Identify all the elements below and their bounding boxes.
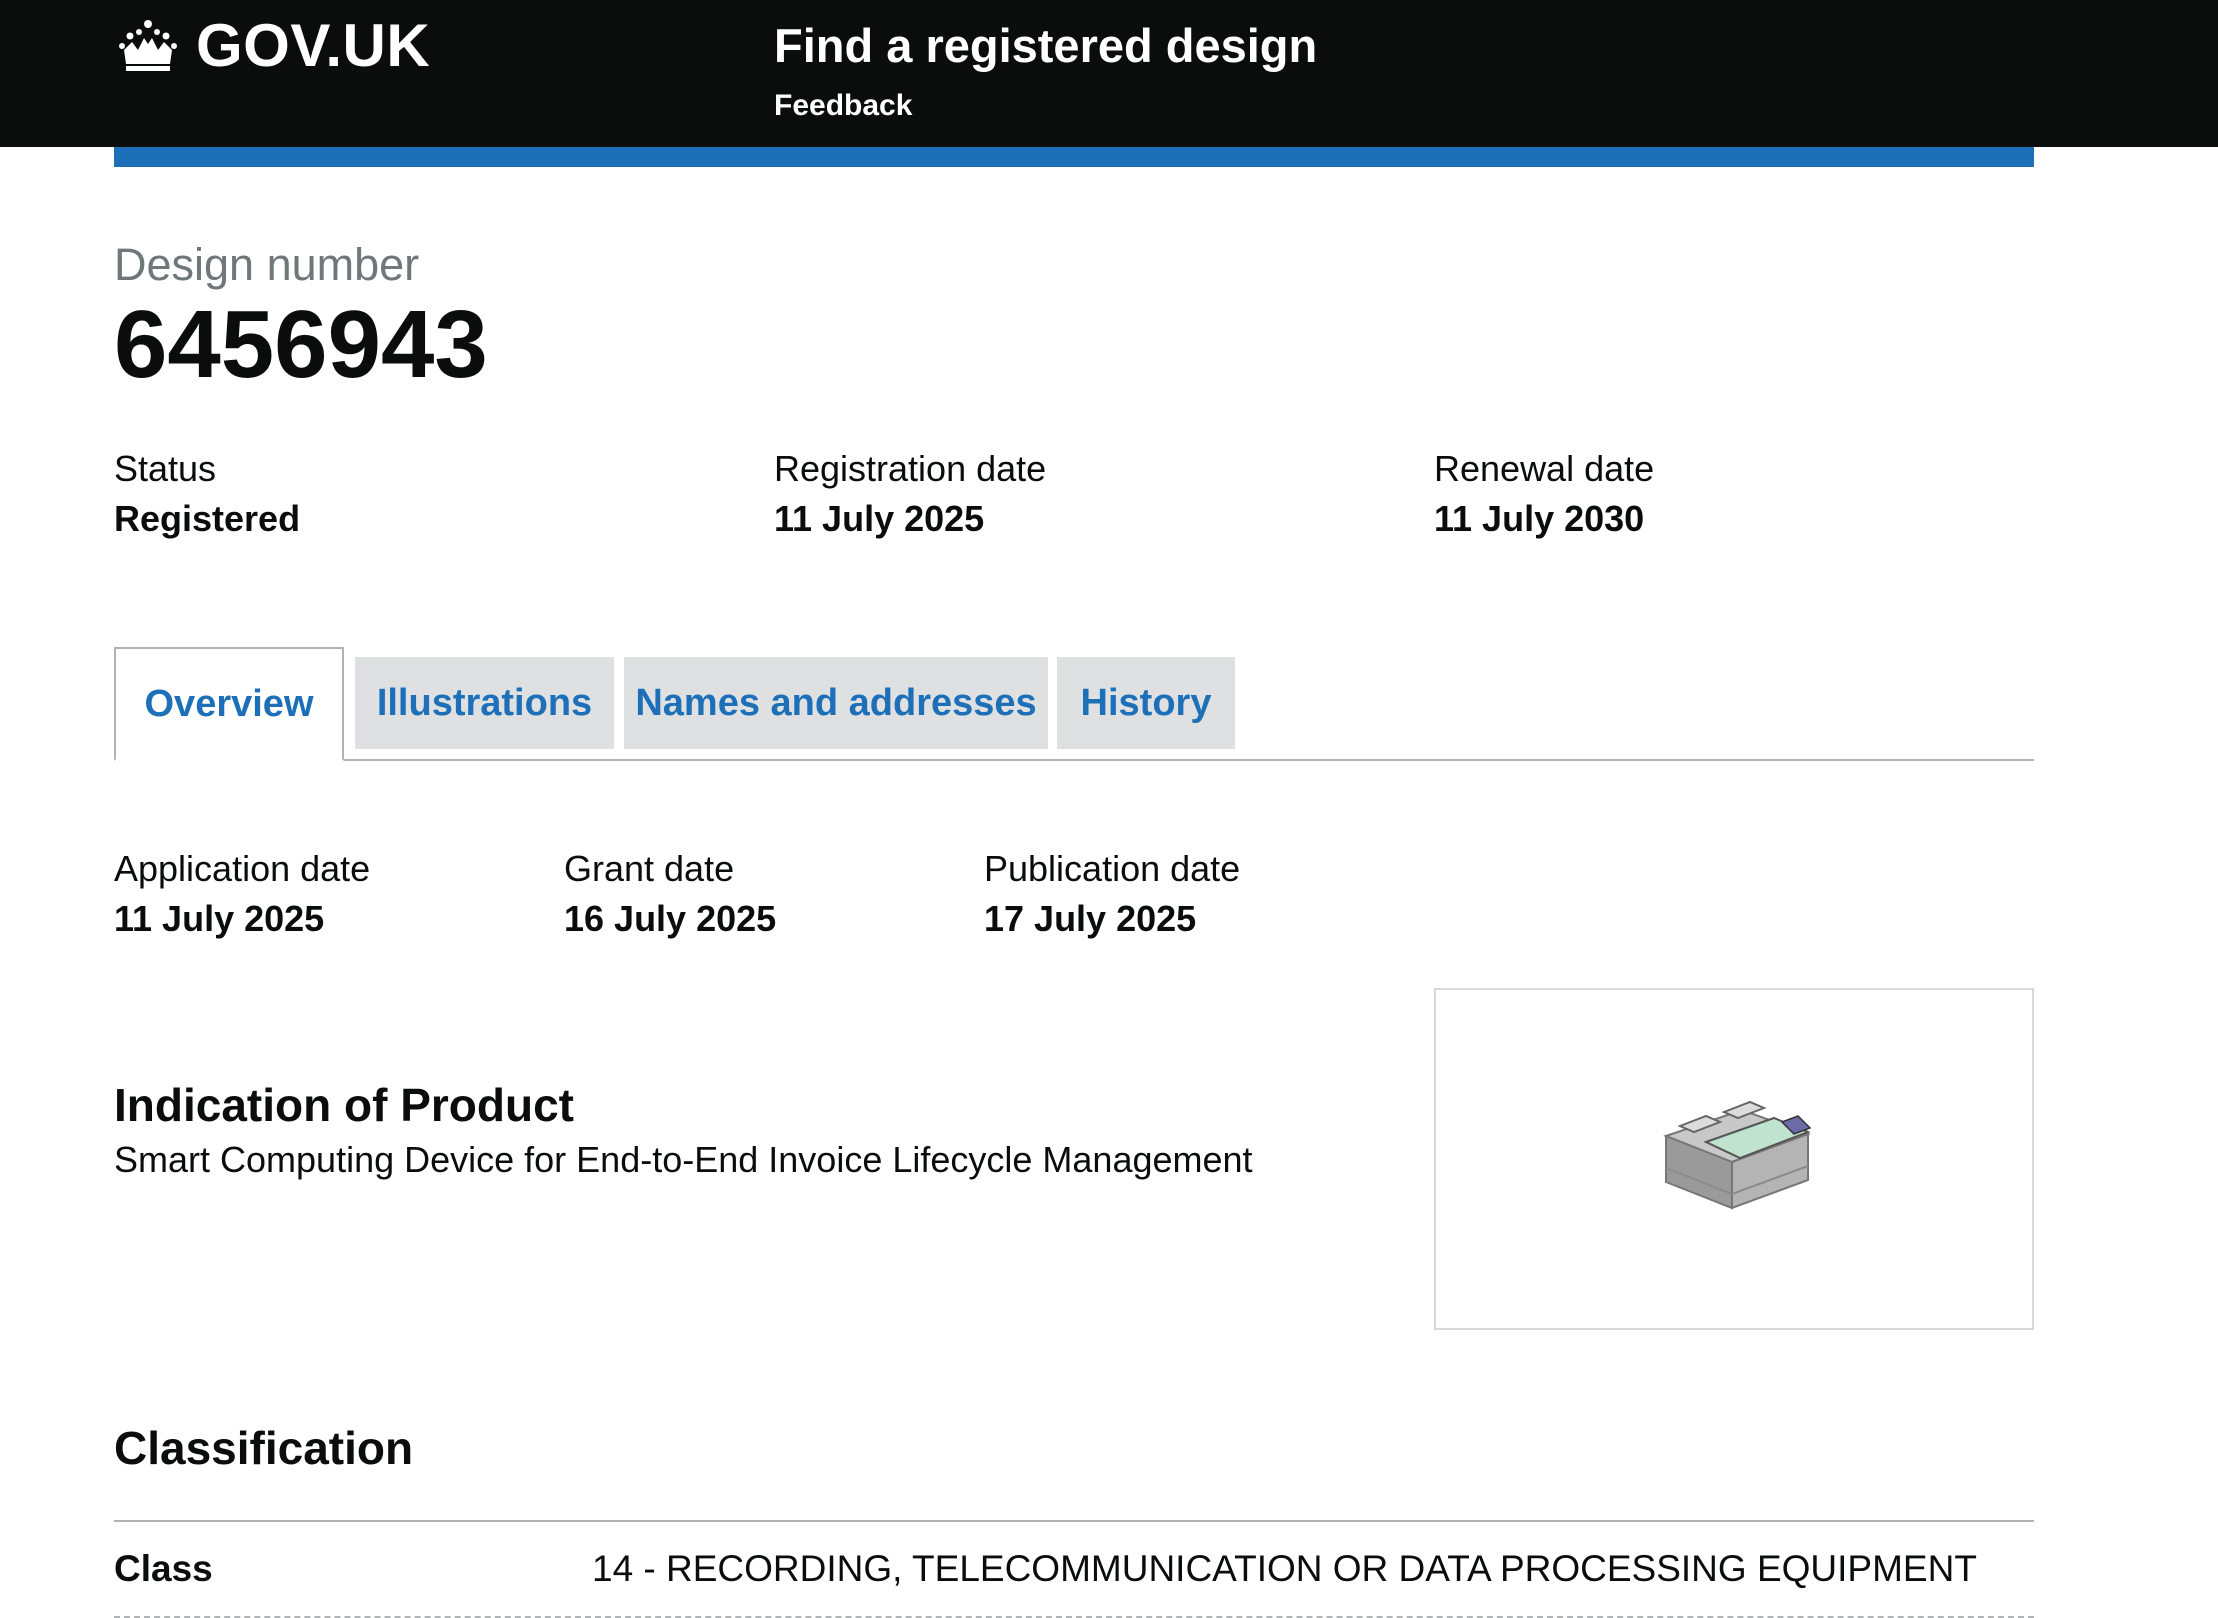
product-description: Smart Computing Device for End-to-End In… xyxy=(114,1139,1253,1180)
class-value: 14 - RECORDING, TELECOMMUNICATION OR DAT… xyxy=(592,1548,1977,1589)
class-label: Class xyxy=(114,1548,213,1589)
tab-history[interactable]: History xyxy=(1057,657,1235,749)
product-heading: Indication of Product xyxy=(114,1079,574,1131)
renewal-date-label: Renewal date xyxy=(1434,448,1655,489)
registration-date-value: 11 July 2025 xyxy=(774,498,985,539)
grant-date-value: 16 July 2025 xyxy=(564,898,777,939)
design-number: 6456943 xyxy=(114,291,488,398)
publication-date-summary: Publication date 17 July 2025 xyxy=(984,848,1240,940)
site-header: GOV.UK Find a registered design Feedback xyxy=(0,0,2218,147)
renewal-date-summary: Renewal date 11 July 2030 xyxy=(1434,448,1654,540)
classification-table: Class 14 - RECORDING, TELECOMMUNICATION … xyxy=(114,1520,2034,1618)
status-value: Registered xyxy=(114,498,301,539)
crown-icon xyxy=(119,20,177,71)
logo-text: GOV.UK xyxy=(196,12,431,79)
design-thumbnail[interactable] xyxy=(1434,988,2034,1330)
govuk-logo-link[interactable]: GOV.UK xyxy=(118,10,430,82)
design-number-caption: Design number xyxy=(114,239,420,290)
header-blue-bar xyxy=(114,147,2034,167)
registration-date-label: Registration date xyxy=(774,448,1047,489)
grant-date-label: Grant date xyxy=(564,848,735,889)
registration-date-summary: Registration date 11 July 2025 xyxy=(774,448,1046,540)
application-date-summary: Application date 11 July 2025 xyxy=(114,848,370,940)
device-illustration xyxy=(1663,1100,1812,1210)
service-name[interactable]: Find a registered design xyxy=(774,16,1317,76)
classification-heading: Classification xyxy=(114,1422,414,1474)
status-label: Status xyxy=(114,448,217,489)
feedback-link[interactable]: Feedback xyxy=(774,88,912,124)
tab-illustrations[interactable]: Illustrations xyxy=(355,657,614,749)
application-date-value: 11 July 2025 xyxy=(114,898,325,939)
application-date-label: Application date xyxy=(114,848,371,889)
table-row: Class 14 - RECORDING, TELECOMMUNICATION … xyxy=(114,1522,2034,1618)
tab-names-and-addresses[interactable]: Names and addresses xyxy=(624,657,1048,749)
grant-date-summary: Grant date 16 July 2025 xyxy=(564,848,776,940)
publication-date-label: Publication date xyxy=(984,848,1241,889)
publication-date-value: 17 July 2025 xyxy=(984,898,1197,939)
status-summary: Status Registered xyxy=(114,448,300,540)
tab-list: Overview Illustrations Names and address… xyxy=(114,647,2034,761)
tab-overview[interactable]: Overview xyxy=(114,647,344,761)
renewal-date-value: 11 July 2030 xyxy=(1434,498,1645,539)
